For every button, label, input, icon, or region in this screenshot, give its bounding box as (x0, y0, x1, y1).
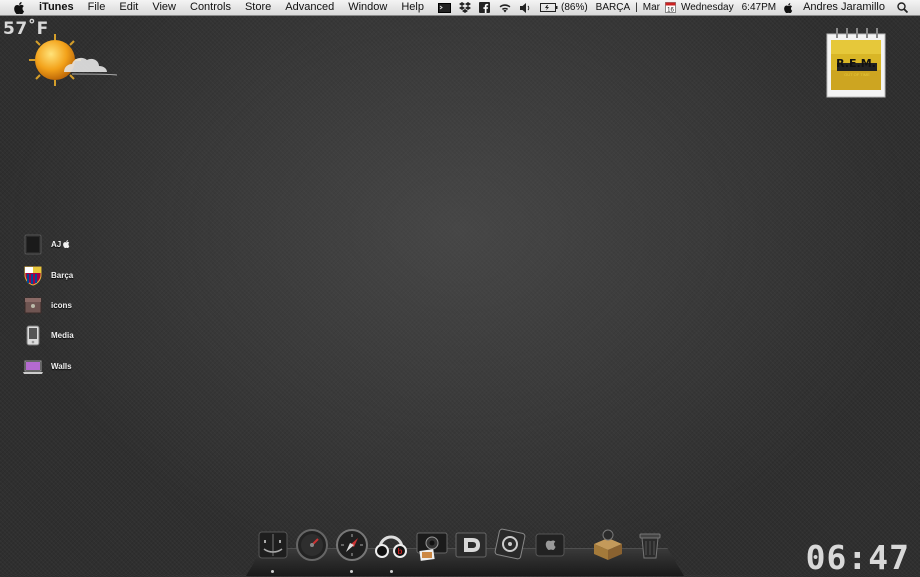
desktop-item-barca[interactable]: Barça (22, 264, 73, 286)
apple-small-icon[interactable] (784, 2, 793, 13)
apple-small-icon (63, 239, 70, 248)
fcb-crest-icon (22, 264, 44, 286)
divider: | (635, 2, 638, 13)
terminal-status-icon[interactable] (437, 2, 451, 13)
svg-text:b: b (398, 547, 403, 556)
menu-controls[interactable]: Controls (183, 0, 238, 15)
month-label[interactable]: Mar (643, 0, 660, 15)
user-name[interactable]: Andres Jaramillo (803, 0, 885, 15)
team-status[interactable]: BARÇA (596, 0, 630, 15)
menu-store[interactable]: Store (238, 0, 278, 15)
menu-file[interactable]: File (81, 0, 113, 15)
desktop-item-label: AJ (51, 240, 70, 249)
desktop-clock: 06:47 (805, 538, 910, 577)
beats-headphones-icon[interactable]: b (373, 526, 409, 562)
album-band: R.E.M. (836, 57, 876, 70)
battery-status[interactable]: (86%) (539, 0, 588, 15)
box-icon (22, 294, 44, 316)
wifi-icon[interactable] (498, 3, 512, 13)
dashboard-icon[interactable] (294, 526, 330, 562)
volume-icon[interactable] (519, 2, 532, 13)
apple-box-icon[interactable] (532, 526, 568, 562)
spotlight-search-icon[interactable] (897, 2, 908, 13)
album-art-widget[interactable]: R.E.M. Out of Time (826, 28, 886, 98)
desktop-item-media[interactable]: Media (22, 324, 74, 346)
running-indicator (350, 570, 353, 573)
drive-icon (22, 233, 44, 255)
desktop-item-label: icons (51, 300, 72, 310)
menu-view[interactable]: View (145, 0, 183, 15)
sun-cloud-icon[interactable] (14, 32, 124, 92)
time-label[interactable]: 6:47PM (742, 0, 776, 15)
desktop-item-walls[interactable]: Walls (22, 355, 72, 377)
desktop-item-label: Barça (51, 270, 74, 280)
desktop-item-aj[interactable]: AJ (22, 233, 70, 255)
downloads-box-icon[interactable] (590, 526, 626, 562)
textmate-icon[interactable] (492, 526, 528, 562)
menu-edit[interactable]: Edit (112, 0, 145, 15)
album-subtitle: Out of Time (844, 72, 870, 77)
menu-advanced[interactable]: Advanced (278, 0, 341, 15)
battery-percent: (86%) (560, 2, 588, 13)
calendar-day: 16 (667, 8, 674, 13)
photo-booth-icon[interactable] (414, 526, 450, 562)
desktop-item-icons[interactable]: icons (22, 294, 72, 316)
menu-bar: iTunes File Edit View Controls Store Adv… (0, 0, 920, 16)
finder-icon[interactable] (255, 526, 291, 562)
apple-menu-icon[interactable] (13, 1, 25, 14)
trash-icon[interactable] (632, 526, 668, 562)
menu-help[interactable]: Help (394, 0, 431, 15)
menu-app-itunes[interactable]: iTunes (37, 0, 81, 15)
running-indicator (390, 570, 393, 573)
battery-icon (539, 3, 558, 12)
dropbox-status-icon[interactable] (458, 2, 471, 13)
safari-icon[interactable] (334, 526, 370, 562)
running-indicator (271, 570, 274, 573)
desktop-item-label: Walls (51, 361, 72, 371)
calendar-icon[interactable]: 16 (664, 2, 676, 13)
media-icon (22, 324, 44, 346)
laptop-icon (22, 355, 44, 377)
weekday-label[interactable]: Wednesday (681, 0, 734, 15)
menu-window[interactable]: Window (341, 0, 394, 15)
facebook-status-icon[interactable] (478, 2, 490, 13)
desktop-item-label: Media (51, 330, 74, 340)
app-icon[interactable] (453, 526, 489, 562)
dock: b (240, 522, 690, 576)
